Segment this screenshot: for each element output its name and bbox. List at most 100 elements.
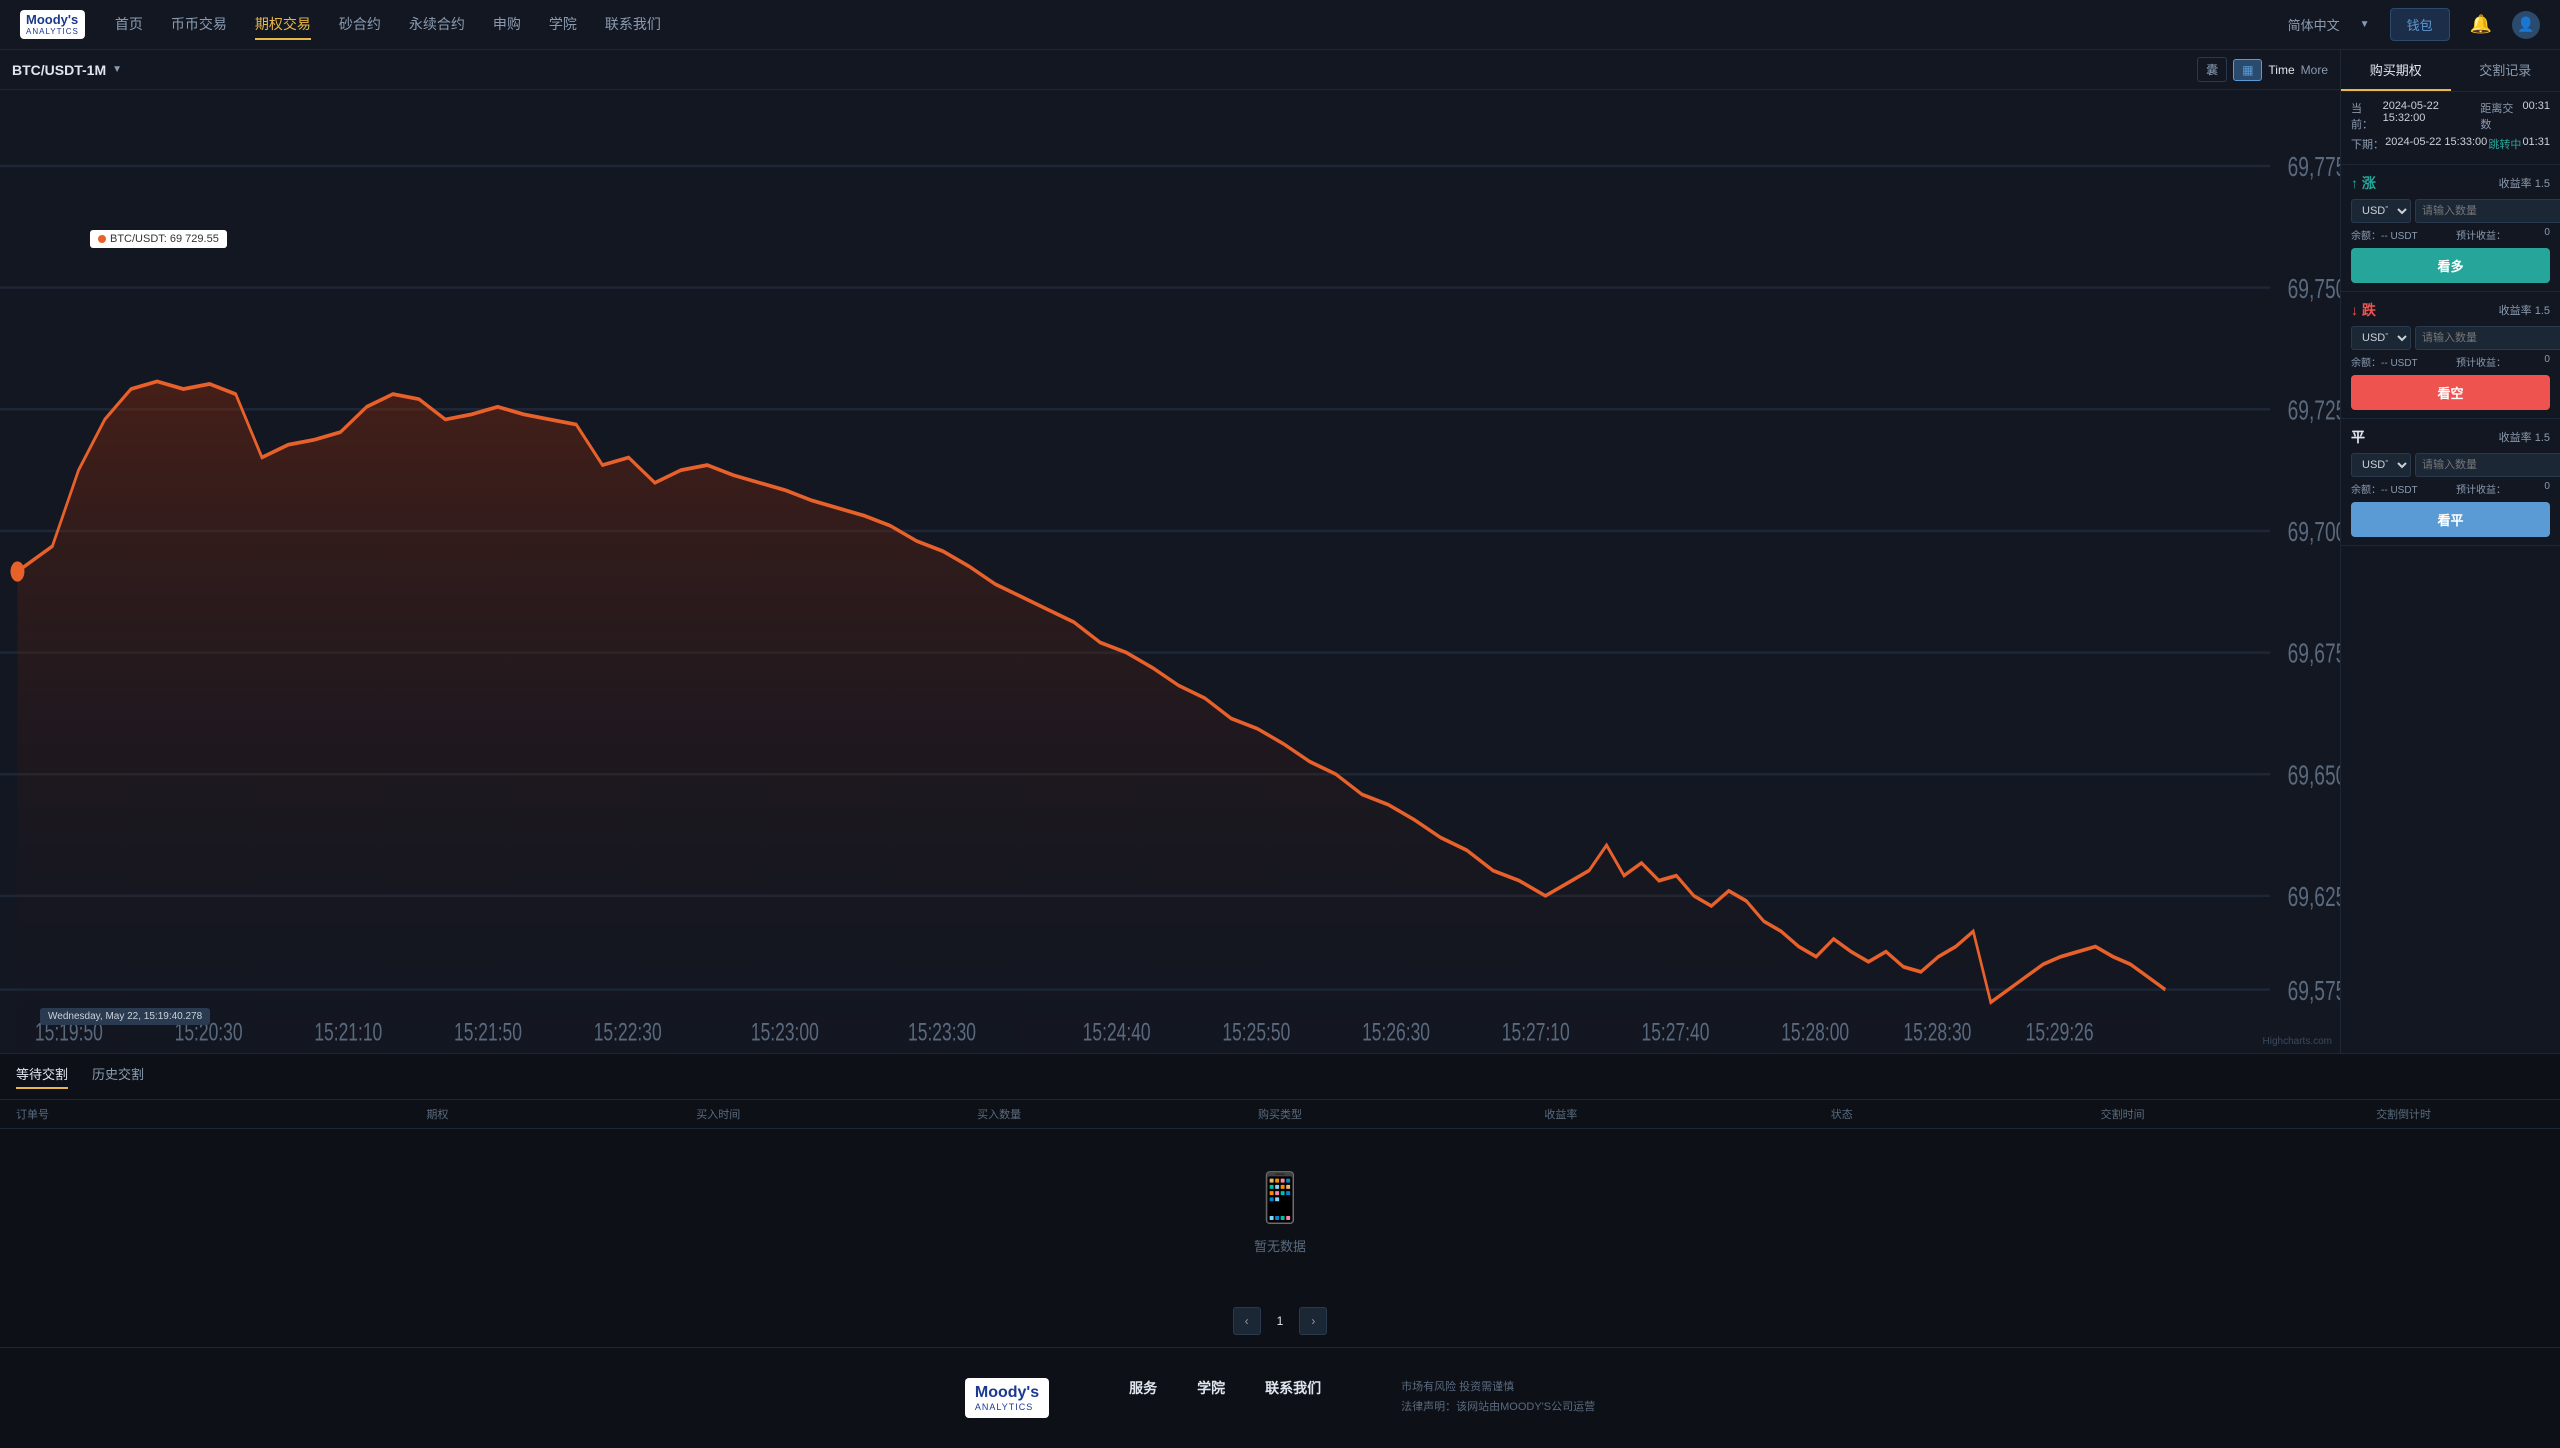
up-currency-select[interactable]: USDT (2351, 199, 2411, 223)
flat-header: 平 收益率 1.5 (2351, 427, 2550, 447)
up-amount-input[interactable] (2415, 199, 2560, 223)
col-yield: 收益率 (1420, 1106, 1701, 1122)
flat-balance-row: 余额：-- USDT 预计收益： 0 (2351, 481, 2550, 496)
tab-records[interactable]: 交割记录 (2451, 50, 2560, 91)
svg-text:69,625: 69,625 (2288, 882, 2340, 913)
empty-text: 暂无数据 (1254, 1236, 1306, 1255)
empty-state: 📱 暂无数据 (0, 1129, 2560, 1295)
tab-history[interactable]: 历史交割 (92, 1064, 144, 1089)
nav-link-sand[interactable]: 砂合约 (339, 10, 381, 40)
svg-text:15:23:30: 15:23:30 (908, 1017, 976, 1046)
pair-selector[interactable]: BTC/USDT-1M ▼ (12, 62, 122, 78)
avatar[interactable]: 👤 (2512, 11, 2540, 39)
svg-text:69,675: 69,675 (2288, 638, 2340, 669)
col-status: 状态 (1701, 1106, 1982, 1122)
footer-logo: Moody's ANALYTICS (965, 1378, 1049, 1418)
flat-amount-input[interactable] (2415, 453, 2560, 477)
footer-logo-sub: ANALYTICS (975, 1402, 1039, 1412)
price-label: BTC/USDT: 69 729.55 (90, 230, 227, 248)
footer-links: 服务 学院 联系我们 (1129, 1378, 1321, 1408)
trade-section-up: ↑ 涨 收益率 1.5 USDT USDT 余额：-- USDT 预计收益： 0… (2341, 165, 2560, 292)
candlestick-button[interactable]: ▦ (2233, 59, 2262, 81)
svg-text:15:27:40: 15:27:40 (1641, 1017, 1709, 1046)
nav-lang-switch[interactable]: 简体中文 (2288, 15, 2340, 34)
svg-text:15:29:26: 15:29:26 (2026, 1017, 2094, 1046)
orders-tabs: 等待交割 历史交割 (0, 1054, 2560, 1100)
nav-link-home[interactable]: 首页 (115, 10, 143, 40)
btn-buy-flat[interactable]: 看平 (2351, 502, 2550, 537)
bar-chart-button[interactable]: 囊 (2197, 57, 2227, 82)
time-tooltip: Wednesday, May 22, 15:19:40.278 (40, 1008, 210, 1025)
right-panel: 购买期权 交割记录 当前： 2024-05-22 15:32:00 距离交数 0… (2340, 50, 2560, 1053)
price-dot (98, 235, 106, 243)
disclaimer-legal: 法律声明：该网站由MOODY'S公司运营 (1401, 1398, 1595, 1414)
up-profit-val: 0 (2544, 227, 2550, 242)
down-amount-input[interactable] (2415, 326, 2560, 350)
footer-link-service: 服务 (1129, 1378, 1157, 1408)
nav-wallet-button[interactable]: 钱包 (2390, 8, 2450, 41)
current-next-info: 当前： 2024-05-22 15:32:00 距离交数 00:31 下期： 2… (2341, 92, 2560, 165)
up-yield: 收益率 1.5 (2499, 175, 2550, 191)
footer-contact-title[interactable]: 联系我们 (1265, 1378, 1321, 1398)
btn-buy-down[interactable]: 看空 (2351, 375, 2550, 410)
down-header: ↓ 跌 收益率 1.5 (2351, 300, 2550, 320)
nav-link-options[interactable]: 期权交易 (255, 10, 311, 40)
col-buy-amount: 买入数量 (859, 1106, 1140, 1122)
footer-link-contact: 联系我们 (1265, 1378, 1321, 1408)
next-count: 01:31 (2522, 136, 2550, 152)
down-label: ↓ 跌 (2351, 300, 2376, 320)
btn-buy-up[interactable]: 看多 (2351, 248, 2550, 283)
col-settlement-time: 交割时间 (1982, 1106, 2263, 1122)
svg-text:15:26:30: 15:26:30 (1362, 1017, 1430, 1046)
time-button[interactable]: Time (2268, 63, 2294, 77)
tab-pending[interactable]: 等待交割 (16, 1064, 68, 1089)
tab-buy-options[interactable]: 购买期权 (2341, 50, 2451, 91)
bell-icon[interactable]: 🔔 (2470, 14, 2492, 35)
col-order-id: 订单号 (16, 1106, 297, 1122)
svg-text:69,725: 69,725 (2288, 395, 2340, 426)
svg-text:69,650: 69,650 (2288, 760, 2340, 791)
nav-links: 首页 币币交易 期权交易 砂合约 永续合约 申购 学院 联系我们 (115, 10, 2288, 40)
svg-text:15:24:40: 15:24:40 (1083, 1017, 1151, 1046)
nav-link-academy[interactable]: 学院 (549, 10, 577, 40)
nav-link-perpetual[interactable]: 永续合约 (409, 10, 465, 40)
trade-section-flat: 平 收益率 1.5 USDT USDT 余额：-- USDT 预计收益： 0 看… (2341, 419, 2560, 546)
svg-text:69,750: 69,750 (2288, 273, 2340, 304)
flat-currency-select[interactable]: USDT (2351, 453, 2411, 477)
col-countdown: 交割倒计时 (2263, 1106, 2544, 1122)
disclaimer-risk: 市场有风险 投资需谨慎 (1401, 1378, 1595, 1394)
up-balance: 余额：-- USDT (2351, 227, 2418, 242)
flat-yield: 收益率 1.5 (2499, 429, 2550, 445)
orders-area: 等待交割 历史交割 订单号 期权 买入时间 买入数量 购买类型 收益率 状态 交… (0, 1053, 2560, 1347)
footer-logo-box: Moody's ANALYTICS (965, 1378, 1049, 1418)
flat-input-row: USDT USDT (2351, 453, 2550, 477)
more-button[interactable]: More (2301, 63, 2328, 77)
next-page-button[interactable]: › (1299, 1307, 1327, 1335)
current-count-label: 距离交数 (2480, 100, 2522, 132)
col-options: 期权 (297, 1106, 578, 1122)
time-tooltip-text: Wednesday, May 22, 15:19:40.278 (48, 1011, 202, 1022)
nav-link-ipo[interactable]: 申购 (493, 10, 521, 40)
svg-text:15:21:50: 15:21:50 (454, 1017, 522, 1046)
down-currency-select[interactable]: USDT (2351, 326, 2411, 350)
lang-chevron: ▼ (2360, 19, 2370, 30)
footer-academy-title[interactable]: 学院 (1197, 1378, 1225, 1398)
down-profit-val: 0 (2544, 354, 2550, 369)
footer-service-title[interactable]: 服务 (1129, 1378, 1157, 1398)
nav-link-contact[interactable]: 联系我们 (605, 10, 661, 40)
flat-profit-val: 0 (2544, 481, 2550, 496)
up-profit-prefix: 预计收益： (2456, 227, 2506, 242)
next-label: 下期： (2351, 136, 2384, 152)
chart-area: BTC/USDT-1M ▼ 囊 ▦ Time More (0, 50, 2340, 1053)
svg-text:69,700: 69,700 (2288, 517, 2340, 548)
footer-logo-text: Moody's (975, 1384, 1039, 1402)
trade-section-down: ↓ 跌 收益率 1.5 USDT USDT 余额：-- USDT 预计收益： 0… (2341, 292, 2560, 419)
prev-page-button[interactable]: ‹ (1233, 1307, 1261, 1335)
logo-box: Moody's ANALYTICS (20, 10, 85, 39)
nav-link-coin[interactable]: 币币交易 (171, 10, 227, 40)
empty-icon: 📱 (1250, 1169, 1310, 1226)
svg-text:15:28:00: 15:28:00 (1781, 1017, 1849, 1046)
svg-text:15:27:10: 15:27:10 (1502, 1017, 1570, 1046)
up-balance-row: 余额：-- USDT 预计收益： 0 (2351, 227, 2550, 242)
down-balance: 余额：-- USDT (2351, 354, 2418, 369)
